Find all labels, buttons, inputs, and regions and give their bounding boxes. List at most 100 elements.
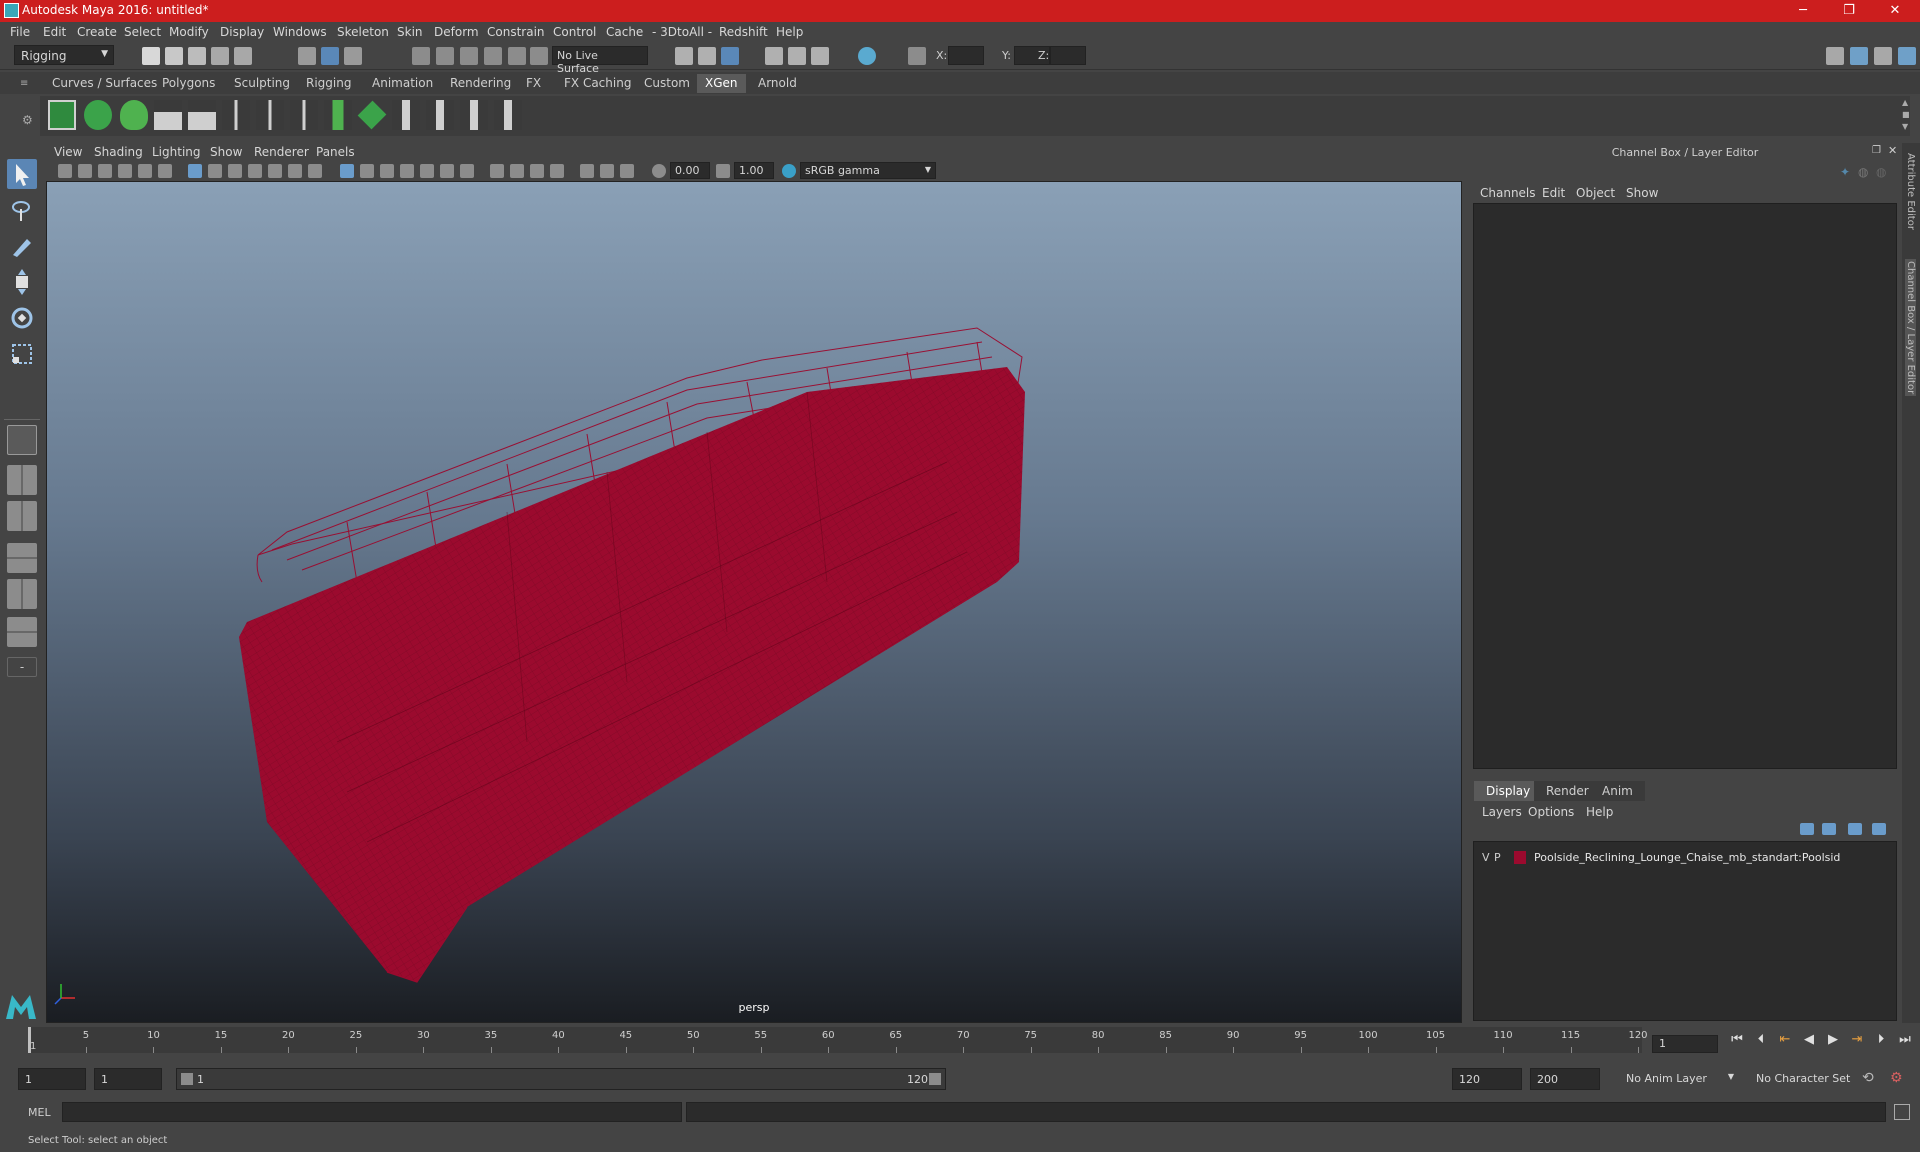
anti-aliasing-icon[interactable]: [510, 164, 524, 178]
exposure-field[interactable]: 0.00: [670, 162, 710, 179]
open-scene-icon[interactable]: [165, 47, 183, 65]
render-view-icon[interactable]: [788, 47, 806, 65]
step-forward-key-icon[interactable]: ⇥: [1848, 1032, 1866, 1048]
new-empty-layer-icon[interactable]: [1848, 823, 1862, 835]
go-to-end-icon[interactable]: ⏭: [1896, 1032, 1914, 1048]
make-live-icon[interactable]: [530, 47, 548, 65]
menuset-dropdown[interactable]: Rigging ▼: [14, 45, 114, 65]
menu-help[interactable]: Help: [776, 25, 803, 39]
script-editor-icon[interactable]: [1894, 1104, 1910, 1120]
range-start-handle[interactable]: [181, 1073, 193, 1085]
resolution-gate-icon[interactable]: [228, 164, 242, 178]
undo-icon[interactable]: [211, 47, 229, 65]
auto-key-icon[interactable]: ⟲: [1862, 1070, 1874, 1086]
layers-menu[interactable]: Layers: [1482, 805, 1522, 819]
z-field[interactable]: [1050, 46, 1086, 65]
layer-row[interactable]: V P Poolside_Reclining_Lounge_Chaise_mb_…: [1476, 848, 1894, 868]
modeling-toolkit-icon[interactable]: [1826, 47, 1844, 65]
panel-options-icon[interactable]: ◍: [1876, 165, 1886, 179]
render-frame-icon[interactable]: [675, 47, 693, 65]
menu-select[interactable]: Select: [124, 25, 161, 39]
tab-curves-surfaces[interactable]: Curves / Surfaces: [44, 74, 165, 93]
menu-modify[interactable]: Modify: [169, 25, 209, 39]
help-menu[interactable]: Help: [1586, 805, 1613, 819]
channel-box-toggle-icon[interactable]: [1898, 47, 1916, 65]
channel-box-side-tab[interactable]: Channel Box / Layer Editor: [1905, 259, 1916, 397]
xgen-grass-icon[interactable]: [324, 100, 352, 130]
command-input[interactable]: [62, 1102, 682, 1122]
xgen-add-guide-icon[interactable]: [188, 100, 216, 130]
scale-tool-icon[interactable]: [7, 339, 37, 369]
viewport-menu-panels[interactable]: Panels: [316, 145, 355, 159]
hypershade-layout-icon[interactable]: [7, 579, 37, 609]
isolate-select-icon[interactable]: [550, 164, 564, 178]
ambient-occlusion-icon[interactable]: [460, 164, 474, 178]
render-setup-icon[interactable]: [811, 47, 829, 65]
character-set-dropdown[interactable]: No Character Set: [1750, 1068, 1864, 1090]
persp-graph-layout-icon[interactable]: [7, 543, 37, 573]
xgen-create-description-icon[interactable]: [120, 100, 148, 130]
select-component-icon[interactable]: [344, 47, 362, 65]
render-settings-icon[interactable]: [721, 47, 739, 65]
tab-rigging[interactable]: Rigging: [298, 74, 359, 93]
gamma-field[interactable]: 1.00: [734, 162, 774, 179]
grid-toggle-icon[interactable]: [188, 164, 202, 178]
minimize-button[interactable]: ─: [1780, 0, 1826, 22]
xgen-guide-cv-icon[interactable]: [256, 100, 284, 130]
step-back-key-icon[interactable]: ⇤: [1776, 1032, 1794, 1048]
tab-custom[interactable]: Custom: [636, 74, 698, 93]
tab-display[interactable]: Display: [1474, 781, 1543, 801]
x-field[interactable]: [948, 46, 984, 65]
anim-layer-dropdown[interactable]: No Anim Layer ▼: [1620, 1068, 1734, 1090]
menu-deform[interactable]: Deform: [434, 25, 479, 39]
safe-action-icon[interactable]: [288, 164, 302, 178]
depth-of-field-icon[interactable]: [530, 164, 544, 178]
four-view-layout-icon[interactable]: [7, 465, 37, 495]
snap-point-icon[interactable]: [460, 47, 478, 65]
shelf-menu-icon[interactable]: ≡: [20, 78, 28, 89]
layer-playback-toggle[interactable]: P: [1494, 851, 1501, 864]
command-language-label[interactable]: MEL: [28, 1106, 51, 1119]
viewport-menu-view[interactable]: View: [54, 145, 82, 159]
snap-settings-icon[interactable]: ◍: [1858, 165, 1868, 179]
motion-blur-icon[interactable]: [490, 164, 504, 178]
menu-display[interactable]: Display: [220, 25, 264, 39]
xray-components-icon[interactable]: [620, 164, 634, 178]
attribute-editor-toggle-icon[interactable]: [1850, 47, 1868, 65]
xgen-select-guide-icon[interactable]: [222, 100, 250, 130]
2d-pan-zoom-icon[interactable]: [138, 164, 152, 178]
move-layer-down-icon[interactable]: [1822, 823, 1836, 835]
shelf-scroll-up-icon[interactable]: ▲: [1902, 98, 1908, 107]
xray-joints-icon[interactable]: [600, 164, 614, 178]
camera-attributes-icon[interactable]: [78, 164, 92, 178]
menu-3dtoall[interactable]: - 3DtoAll -: [652, 25, 712, 39]
attribute-editor-side-tab[interactable]: Attribute Editor: [1905, 153, 1916, 230]
menu-control[interactable]: Control: [553, 25, 596, 39]
move-layer-up-icon[interactable]: [1800, 823, 1814, 835]
move-tool-icon[interactable]: [7, 267, 37, 297]
tab-arnold[interactable]: Arnold: [750, 74, 805, 93]
menu-create[interactable]: Create: [77, 25, 117, 39]
layer-visibility-toggle[interactable]: V: [1482, 851, 1490, 864]
viewport-persp[interactable]: persp: [46, 181, 1462, 1023]
xgen-layer-icon[interactable]: [357, 100, 387, 130]
menu-redshift[interactable]: Redshift: [719, 25, 768, 39]
play-backward-icon[interactable]: ◀: [1800, 1032, 1818, 1048]
animation-end-field[interactable]: 200: [1530, 1068, 1600, 1090]
viewport-menu-shading[interactable]: Shading: [94, 145, 143, 159]
camera-select-icon[interactable]: [58, 164, 72, 178]
xgen-cut-icon[interactable]: [494, 100, 522, 130]
tab-rendering[interactable]: Rendering: [442, 74, 519, 93]
save-scene-icon[interactable]: [188, 47, 206, 65]
xray-icon[interactable]: [580, 164, 594, 178]
xgen-normalize-icon[interactable]: [460, 100, 488, 130]
show-menu[interactable]: Show: [1626, 186, 1658, 200]
menu-constrain[interactable]: Constrain: [487, 25, 545, 39]
gamma-icon[interactable]: [716, 164, 730, 178]
select-tool-icon[interactable]: [7, 159, 37, 189]
textured-icon[interactable]: [400, 164, 414, 178]
close-button[interactable]: ✕: [1872, 0, 1918, 22]
tab-xgen[interactable]: XGen: [697, 74, 746, 93]
object-menu[interactable]: Object: [1576, 186, 1615, 200]
menu-file[interactable]: File: [10, 25, 30, 39]
